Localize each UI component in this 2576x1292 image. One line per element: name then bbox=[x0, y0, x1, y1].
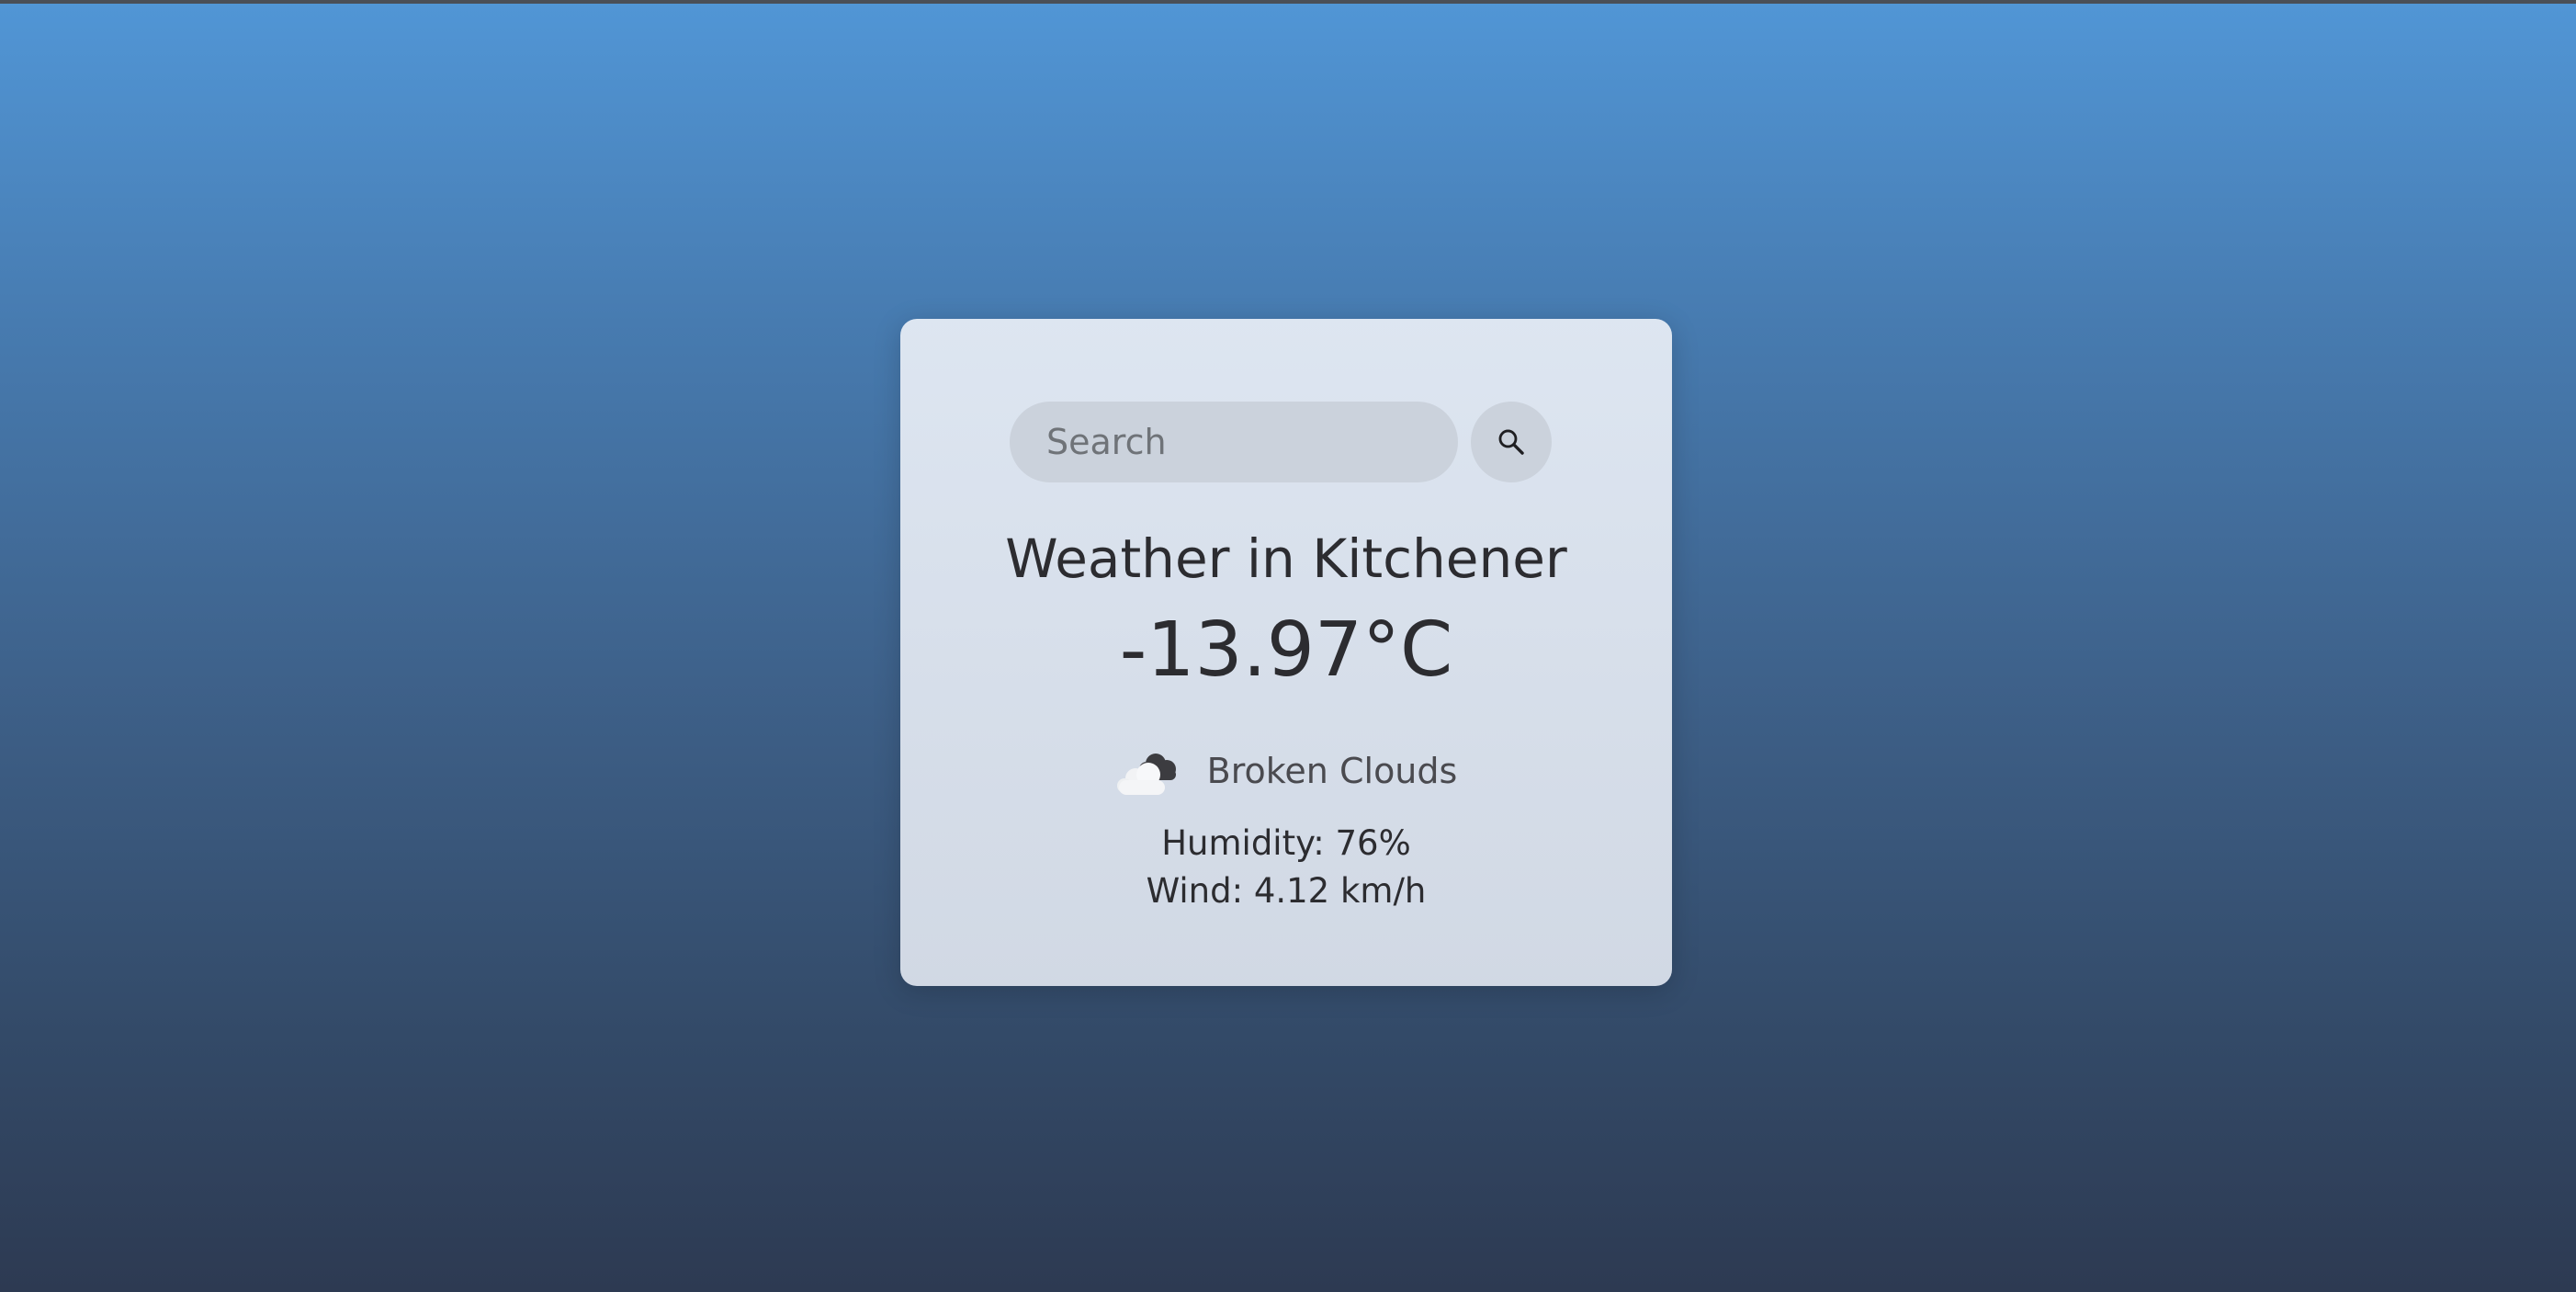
search-bar bbox=[1010, 402, 1552, 482]
search-icon bbox=[1498, 429, 1524, 455]
city-title: Weather in Kitchener bbox=[1005, 527, 1567, 590]
humidity-label: Humidity: 76% bbox=[1161, 823, 1411, 863]
broken-clouds-icon bbox=[1116, 754, 1176, 795]
window-top-border bbox=[0, 0, 2576, 4]
weather-condition: Broken Clouds bbox=[900, 743, 1672, 799]
search-input[interactable] bbox=[1010, 402, 1458, 482]
wind-label: Wind: 4.12 km/h bbox=[1146, 871, 1427, 911]
temperature: -13.97°C bbox=[1119, 606, 1453, 694]
search-button[interactable] bbox=[1471, 402, 1552, 482]
condition-label: Broken Clouds bbox=[1206, 751, 1458, 791]
weather-card: Weather in Kitchener -13.97°C Broken Clo… bbox=[900, 319, 1672, 986]
